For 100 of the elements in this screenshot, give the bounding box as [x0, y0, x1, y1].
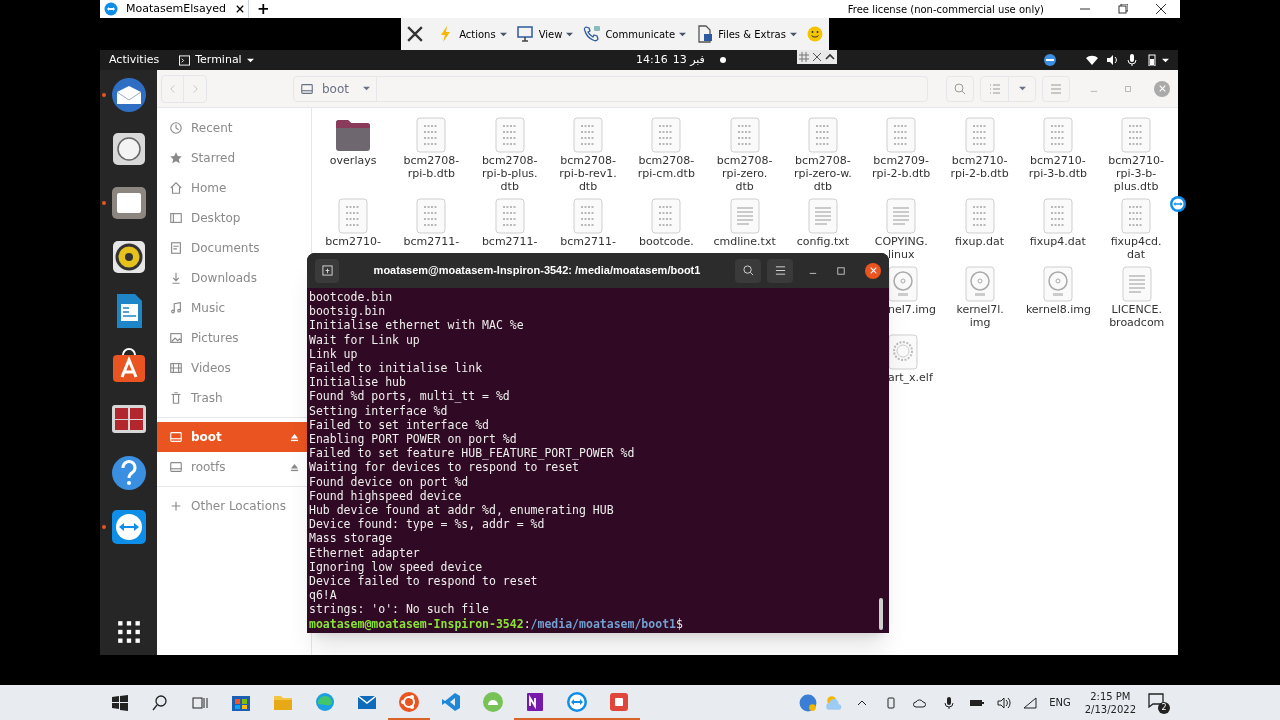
toolbar-menu-button[interactable]: Files & Extras [696, 25, 797, 43]
terminal-line: Hub device found at addr %d, enumerating HUB [309, 503, 615, 518]
search-button[interactable] [735, 258, 761, 283]
text-file-icon [1121, 266, 1152, 302]
binary-file-icon [807, 117, 838, 153]
message-icon [1148, 691, 1164, 708]
windows-logo-icon [112, 694, 128, 711]
file-item[interactable]: bcm2708- rpi-b-rev1. dtb [548, 116, 628, 193]
file-item[interactable]: bcm2710- rpi-2-b.dtb [940, 116, 1019, 180]
file-item[interactable]: bcm2710- rpi-3-b.dtb [1018, 116, 1097, 180]
license-notice: Free license (non-commercial use only) [847, 2, 1044, 17]
file-item[interactable]: bcm2711- [548, 197, 628, 248]
notification-center[interactable]: 2 [1148, 691, 1170, 714]
sidebar-item[interactable]: Downloads [157, 263, 311, 293]
folder-app-icon [109, 184, 148, 222]
binary-file-icon [494, 198, 525, 234]
file-item[interactable]: nel7.img [888, 265, 941, 316]
file-item[interactable]: fixup4.dat [1018, 197, 1097, 248]
file-item[interactable]: fixup.dat [940, 197, 1019, 248]
disc-image-icon [965, 266, 996, 302]
terminal-line: Found device on port %d [309, 474, 470, 489]
sidebar-item[interactable]: Documents [157, 233, 311, 263]
toolbar-menu-button[interactable]: View [516, 25, 574, 43]
picture-icon [169, 331, 183, 345]
android-icon [482, 690, 504, 713]
new-tab-button[interactable]: + [248, 1, 278, 17]
sidebar-item[interactable]: Music [157, 293, 311, 323]
file-item[interactable]: overlays [314, 116, 393, 167]
new-tab-button[interactable] [315, 258, 339, 283]
dock-item[interactable] [109, 454, 148, 492]
sidebar-item[interactable]: Desktop [157, 203, 311, 233]
file-item[interactable]: bootcode. [627, 197, 706, 248]
menu-button[interactable] [767, 258, 793, 283]
trash-icon [169, 391, 183, 405]
menu-icon [774, 265, 786, 276]
terminal-line: q6!A [309, 588, 338, 603]
text-file-icon [807, 198, 838, 234]
sidebar-item[interactable]: Home [157, 173, 311, 203]
binary-file-icon [651, 117, 682, 153]
home-icon [169, 181, 183, 195]
sidebar-item[interactable]: Recent [157, 113, 311, 143]
activities-button[interactable]: Activities [109, 51, 160, 69]
binary-file-icon [886, 117, 917, 153]
location-bar[interactable]: boot [293, 75, 928, 102]
file-item[interactable]: bcm2710- rpi-3-b- plus.dtb [1096, 116, 1176, 193]
plus-icon [169, 499, 183, 513]
session-controls[interactable] [797, 50, 837, 64]
search-icon [152, 694, 168, 711]
sidebar-item[interactable]: Starred [157, 143, 311, 173]
caret-icon [789, 30, 797, 38]
file-item[interactable]: config.txt [783, 197, 863, 248]
binary-file-icon [573, 198, 604, 234]
notebook-icon [524, 690, 546, 713]
file-item[interactable]: kernel8.img [1019, 265, 1098, 316]
file-item[interactable]: bcm2708- rpi-zero-w. dtb [783, 116, 863, 193]
file-item[interactable]: LICENCE. broadcom [1097, 265, 1176, 329]
gear-icon [888, 334, 918, 370]
binary-file-icon [338, 198, 369, 234]
maximize-icon [837, 266, 845, 275]
volume-icon [997, 696, 1012, 709]
task-view-icon [192, 694, 208, 711]
terminal-line: Ignoring low speed device [309, 559, 484, 575]
list-icon [988, 82, 1001, 95]
path-button[interactable]: boot [294, 76, 377, 101]
terminal-line: Found %d ports, multi_tt = %d [309, 389, 511, 404]
toolbar-menu-button[interactable]: Communicate [583, 25, 687, 43]
close-icon [407, 26, 424, 42]
file-item[interactable]: cmdline.txt [705, 197, 784, 248]
sidebar-item[interactable]: Videos [157, 353, 311, 383]
code-editor-icon [440, 690, 462, 713]
file-item[interactable]: bcm2710- [314, 197, 393, 248]
caret-icon [1018, 85, 1026, 92]
file-item[interactable]: bcm2709- rpi-2-b.dtb [862, 116, 941, 180]
binary-file-icon [494, 117, 525, 153]
terminal-line: Initialise hub [309, 375, 407, 390]
file-item[interactable]: bcm2711- [470, 197, 549, 248]
file-item[interactable]: bcm2711- [392, 197, 471, 248]
file-item[interactable]: COPYING. linux [862, 197, 941, 261]
terminal-line: Device found: type = %s, addr = %d [309, 517, 546, 532]
file-item[interactable]: bcm2708- rpi-zero. dtb [705, 116, 784, 193]
file-item[interactable]: bcm2708- rpi-b-plus. dtb [470, 116, 549, 193]
close-button[interactable] [865, 262, 881, 279]
taskbar-clock[interactable]: 2:15 PM 2/13/2022 [1084, 689, 1136, 716]
app-menu[interactable]: Terminal [179, 51, 254, 69]
scrollbar-thumb[interactable] [879, 598, 883, 630]
file-item[interactable]: bcm2708- rpi-cm.dtb [627, 116, 706, 180]
terminal-line: strings: 'o': No such file [309, 602, 490, 617]
file-item[interactable]: kernel7l. img [941, 265, 1020, 329]
smiley-icon [806, 26, 823, 42]
binary-file-icon [416, 117, 447, 153]
file-item[interactable]: art_x.elf [888, 333, 941, 384]
file-item[interactable]: bcm2708- rpi-b.dtb [392, 116, 471, 180]
search-icon [954, 82, 966, 95]
toolbar-menu-button[interactable]: Actions [437, 25, 507, 43]
file-item[interactable]: fixup4cd. dat [1096, 197, 1176, 261]
close-icon [1158, 85, 1166, 92]
microphone-icon [1126, 54, 1138, 66]
double-arrow-app-icon [109, 508, 148, 546]
language-indicator[interactable]: ENG [1049, 695, 1071, 710]
help-icon [109, 454, 148, 492]
